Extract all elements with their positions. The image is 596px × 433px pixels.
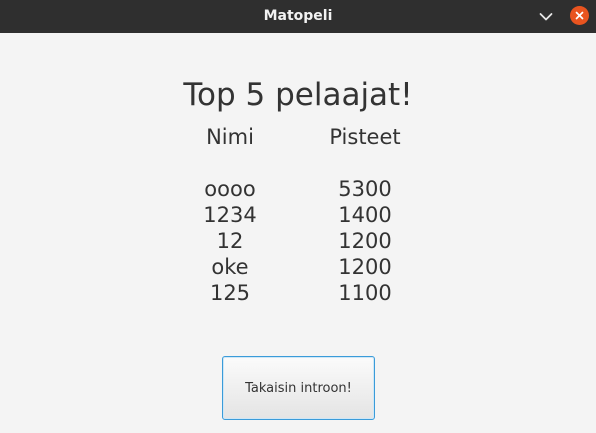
minimize-button[interactable] [535, 6, 557, 28]
title-bar[interactable]: Matopeli [0, 0, 596, 33]
player-score: 1400 [338, 203, 392, 227]
names-header: Nimi [206, 125, 254, 149]
player-score: 5300 [338, 177, 392, 201]
close-icon [575, 11, 584, 20]
page-title: Top 5 pelaajat! [183, 77, 413, 113]
player-score: 1200 [338, 255, 392, 279]
player-score: 1100 [338, 281, 392, 305]
window-title: Matopeli [263, 8, 333, 24]
scores-header: Pisteet [329, 125, 401, 149]
player-name: 12 [216, 229, 244, 253]
chevron-down-icon [539, 13, 553, 21]
scores-list: 5300 1400 1200 1200 1100 [310, 176, 420, 306]
player-name: 1234 [203, 203, 257, 227]
back-to-intro-button[interactable]: Takaisin introon! [222, 356, 375, 420]
highscore-view: Top 5 pelaajat! Nimi oooo 1234 12 oke 12… [0, 33, 596, 433]
player-name: oke [211, 255, 249, 279]
app-window: Matopeli Top 5 pelaajat! Nimi oooo 1234 … [0, 0, 596, 433]
names-list: oooo 1234 12 oke 125 [180, 176, 280, 306]
close-button[interactable] [570, 6, 589, 25]
player-name: 125 [209, 281, 251, 305]
player-score: 1200 [338, 229, 392, 253]
player-name: oooo [204, 177, 256, 201]
